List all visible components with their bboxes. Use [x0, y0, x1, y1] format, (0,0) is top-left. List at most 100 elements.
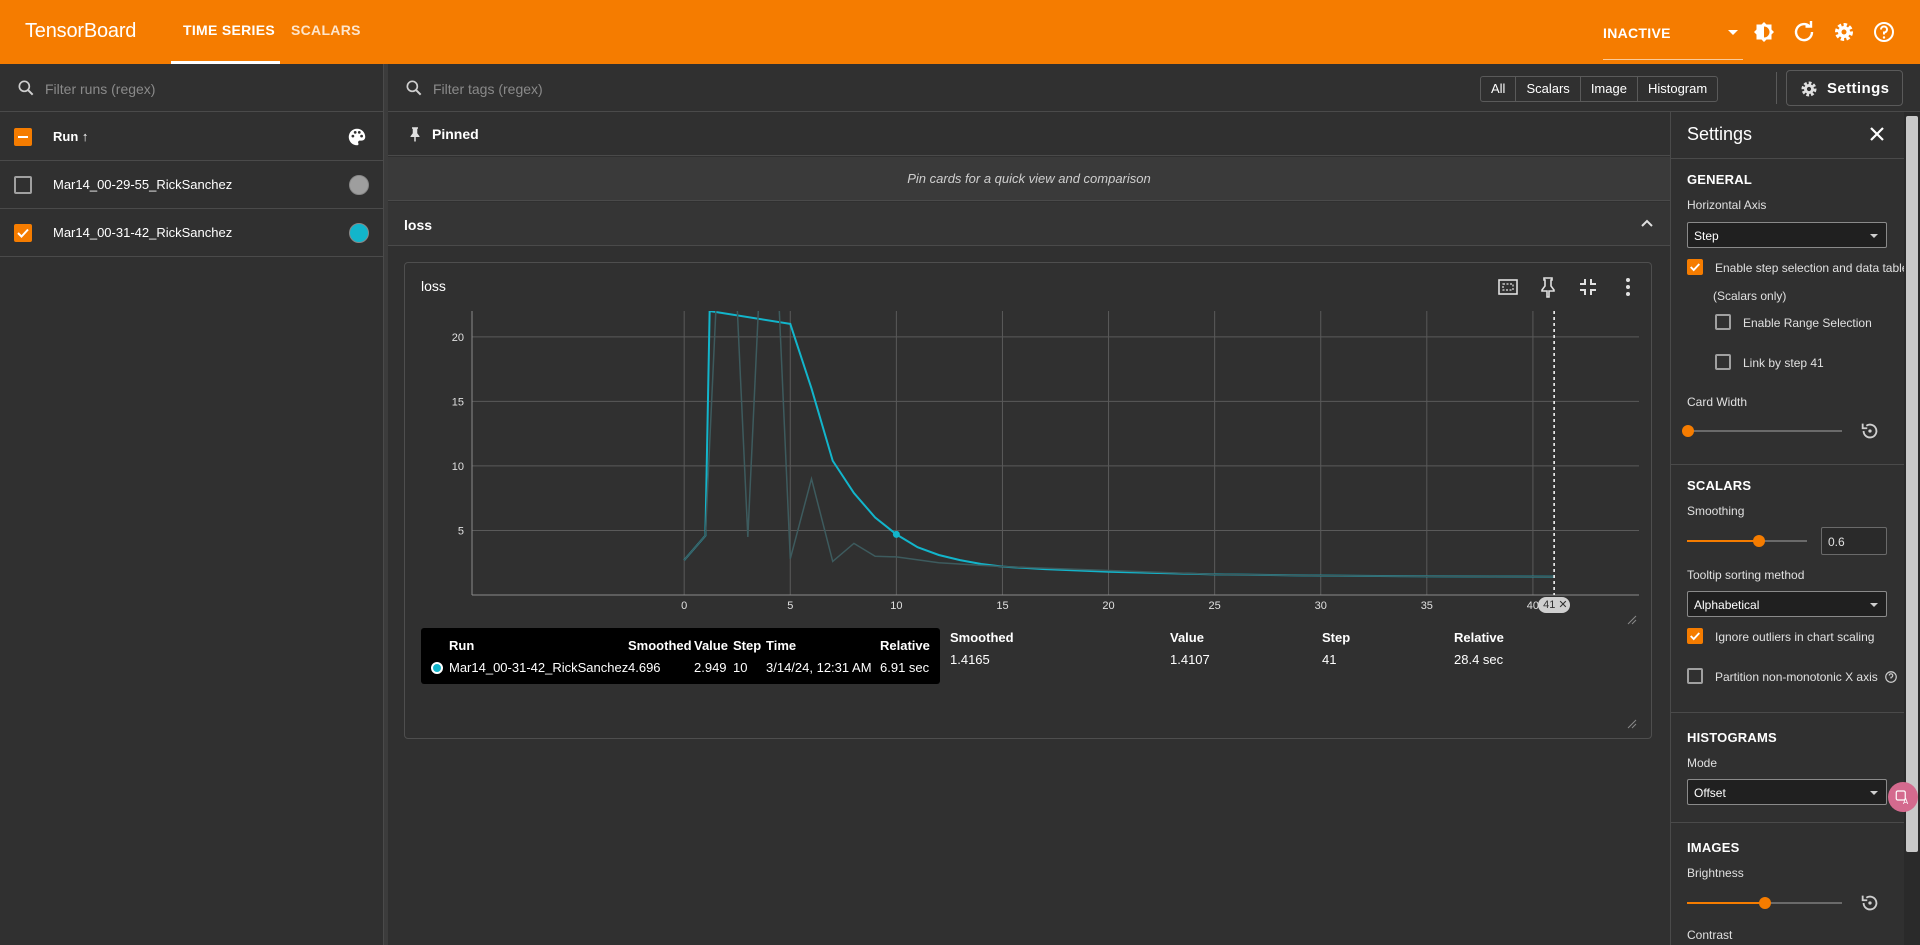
scalars-section-title: SCALARS — [1687, 478, 1752, 493]
card-width-thumb[interactable] — [1682, 425, 1694, 437]
search-icon — [18, 80, 34, 96]
main-toolbar: Filter tags (regex) All Scalars Image Hi… — [388, 64, 1920, 112]
tooltip-sort-select[interactable]: Alphabetical — [1687, 591, 1887, 617]
filter-histogram-button[interactable]: Histogram — [1638, 77, 1717, 101]
filter-all-button[interactable]: All — [1481, 77, 1517, 101]
contrast-label: Contrast — [1687, 928, 1733, 942]
brightness-label: Brightness — [1687, 866, 1744, 880]
help-icon[interactable] — [1884, 670, 1898, 684]
resize-handle-icon[interactable] — [1627, 719, 1637, 729]
smoothing-thumb[interactable] — [1753, 535, 1765, 547]
ignore-outliers-checkbox[interactable] — [1687, 628, 1703, 644]
series-line-raw — [683, 311, 1555, 578]
tags-filter-input[interactable]: Filter tags (regex) — [433, 81, 543, 97]
refresh-icon[interactable] — [1792, 20, 1816, 44]
settings-divider — [1671, 712, 1904, 713]
help-icon[interactable] — [1872, 20, 1896, 44]
tooltip-header-smoothed: Smoothed — [628, 638, 692, 653]
runs-filter-input[interactable]: Filter runs (regex) — [45, 81, 155, 97]
smoothing-input[interactable]: 0.6 — [1821, 527, 1887, 555]
check-icon — [1690, 632, 1700, 641]
filter-scalars-button[interactable]: Scalars — [1516, 77, 1581, 101]
gear-icon[interactable] — [1832, 20, 1856, 44]
settings-scrollbar-thumb[interactable] — [1906, 116, 1918, 852]
chevron-up-icon[interactable] — [1640, 218, 1654, 228]
histograms-section-title: HISTOGRAMS — [1687, 730, 1777, 745]
pinned-section-header: Pinned — [388, 112, 1670, 156]
brightness-thumb[interactable] — [1759, 897, 1771, 909]
tooltip-step: 10 — [733, 660, 748, 675]
smoothing-slider[interactable] — [1687, 535, 1807, 547]
y-tick-label: 5 — [458, 525, 464, 537]
reload-status-select[interactable]: INACTIVE — [1603, 25, 1743, 41]
link-step-checkbox[interactable] — [1715, 354, 1731, 370]
chart-axes: 0 5 10 15 20 25 30 35 405101520 — [452, 311, 1639, 612]
y-tick-label: 15 — [452, 396, 464, 408]
range-selection-checkbox[interactable] — [1715, 314, 1731, 330]
settings-panel: Settings GENERAL Horizontal Axis Step En… — [1670, 112, 1904, 945]
runs-table-header: Run ↑ — [0, 112, 384, 161]
run-column-header[interactable]: Run ↑ — [53, 129, 88, 144]
palette-icon[interactable] — [346, 126, 368, 148]
series-line-smoothed — [683, 311, 1555, 578]
step-selection-checkbox[interactable] — [1687, 259, 1703, 275]
mode-select[interactable]: Offset — [1687, 779, 1887, 805]
step-selection-label: Enable step selection and data table — [1715, 261, 1904, 275]
partition-checkbox[interactable] — [1687, 668, 1703, 684]
settings-divider — [1671, 158, 1904, 159]
card-width-slider[interactable] — [1682, 425, 1842, 437]
general-section-title: GENERAL — [1687, 172, 1752, 187]
step-selector-chip[interactable]: 41 ✕ — [1538, 597, 1571, 613]
table-cell-smoothed: 1.4165 — [950, 652, 990, 667]
run-checkbox[interactable] — [14, 176, 32, 194]
table-header-relative[interactable]: Relative — [1454, 630, 1504, 645]
chart-tooltip: Run Smoothed Value Step Time Relative Ma… — [421, 628, 940, 684]
ignore-outliers-label: Ignore outliers in chart scaling — [1715, 630, 1875, 644]
pin-icon — [410, 127, 420, 142]
tooltip-sort-label: Tooltip sorting method — [1687, 568, 1805, 582]
filter-image-button[interactable]: Image — [1581, 77, 1638, 101]
smoothing-slider-fill — [1687, 540, 1759, 542]
reset-icon[interactable] — [1859, 892, 1881, 914]
table-cell-step: 41 — [1322, 652, 1337, 667]
chart-series — [683, 311, 1555, 578]
table-header-step[interactable]: Step — [1322, 630, 1350, 645]
reset-icon[interactable] — [1859, 420, 1881, 442]
svg-text:A: A — [1903, 797, 1909, 806]
table-header-smoothed[interactable]: Smoothed — [950, 630, 1014, 645]
run-color-swatch[interactable] — [349, 175, 369, 195]
close-icon[interactable] — [1867, 124, 1887, 144]
run-row[interactable]: Mar14_00-29-55_RickSanchez — [0, 161, 384, 209]
translate-icon: A — [1895, 790, 1909, 806]
run-checkbox[interactable] — [14, 224, 32, 242]
card-group-header[interactable]: loss — [388, 202, 1670, 246]
check-icon — [17, 228, 29, 238]
h-axis-select[interactable]: Step — [1687, 222, 1887, 248]
hover-point — [892, 530, 900, 538]
settings-button[interactable]: Settings — [1786, 70, 1903, 106]
dark-mode-icon[interactable] — [1752, 20, 1776, 44]
brightness-slider[interactable] — [1687, 897, 1842, 909]
x-tick-label: 0 — [681, 600, 687, 612]
translate-fab[interactable]: A — [1888, 782, 1918, 812]
search-icon — [406, 80, 422, 96]
brightness-slider-fill — [1687, 902, 1764, 904]
x-tick-label: 20 — [1102, 600, 1114, 612]
tab-scalars[interactable]: SCALARS — [291, 22, 361, 38]
select-all-checkbox[interactable] — [14, 128, 32, 146]
tooltip-header-step: Step — [733, 638, 762, 653]
run-row[interactable]: Mar14_00-31-42_RickSanchez — [0, 209, 384, 257]
mode-value: Offset — [1694, 786, 1726, 800]
chevron-down-icon — [1870, 603, 1878, 607]
tooltip-sort-value: Alphabetical — [1694, 598, 1760, 612]
loss-chart[interactable]: 0 5 10 15 20 25 30 35 405101520 — [405, 263, 1653, 613]
tab-time-series[interactable]: TIME SERIES — [183, 22, 275, 38]
runs-filter[interactable]: Filter runs (regex) — [0, 64, 384, 112]
runs-pane: Filter runs (regex) Run ↑ Mar14_00-29-55… — [0, 64, 384, 945]
table-header-value[interactable]: Value — [1170, 630, 1204, 645]
resize-handle-icon[interactable] — [1627, 615, 1637, 625]
step-chip-label: 41 — [1543, 599, 1556, 611]
run-color-swatch[interactable] — [349, 223, 369, 243]
card-width-label: Card Width — [1687, 395, 1748, 409]
partition-label: Partition non-monotonic X axis — [1715, 670, 1878, 684]
